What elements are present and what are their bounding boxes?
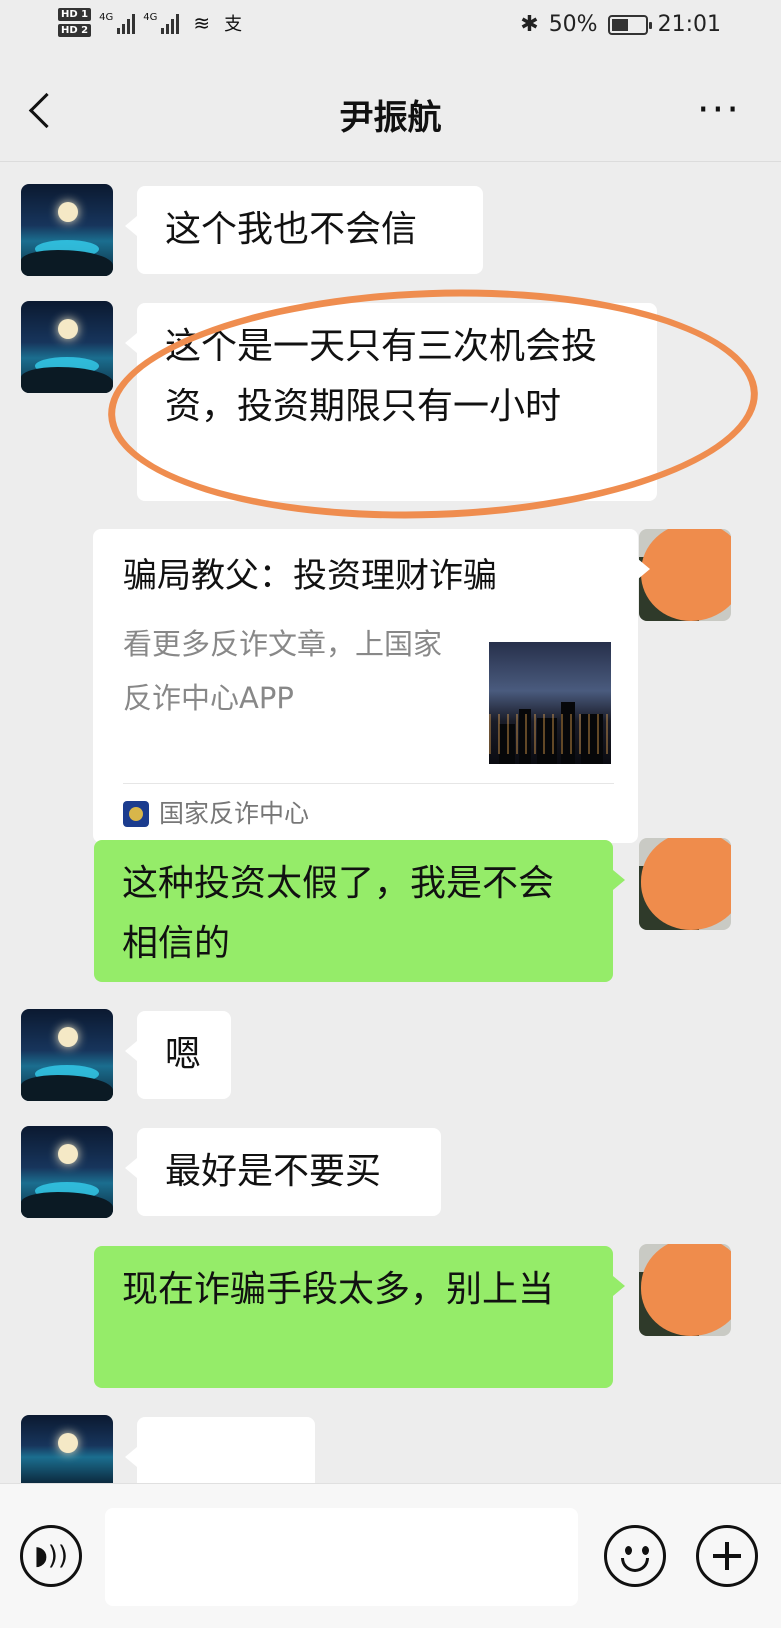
chat-header: 尹振航 ··· (0, 62, 781, 162)
battery-text: 50% (548, 12, 598, 37)
card-divider (123, 783, 614, 784)
voice-button[interactable]: ◗)) (20, 1525, 82, 1587)
network-type: 4G (99, 11, 114, 23)
bluetooth-icon: ✱ (520, 12, 539, 37)
article-source: 国家反诈中心 (159, 799, 310, 828)
contact-avatar[interactable] (21, 1415, 113, 1483)
clock: 21:01 (657, 12, 721, 37)
article-description: 看更多反诈文章，上国家反诈中心APP (123, 627, 443, 715)
message-input[interactable] (105, 1508, 578, 1606)
hd-badge-1: HD 1 (58, 8, 92, 21)
more-horizontal-icon: ··· (696, 87, 741, 133)
message-bubble-incoming[interactable]: 嗯 (125, 1011, 231, 1099)
battery-icon (607, 14, 652, 35)
network-type-2: 4G (143, 11, 158, 23)
message-bubble-incoming[interactable]: 这个是一天只有三次机会投资，投资期限只有一小时 (125, 303, 657, 501)
shared-article-card[interactable]: 骗局教父：投资理财诈骗 看更多反诈文章，上国家反诈中心APP 国家反诈中心 (93, 529, 650, 843)
article-thumbnail (489, 642, 611, 764)
article-title: 骗局教父：投资理财诈骗 (123, 556, 497, 596)
emoji-button[interactable] (604, 1525, 666, 1587)
message-bubble-outgoing[interactable]: 现在诈骗手段太多，别上当 (94, 1246, 625, 1388)
status-right: ✱ 50% 21:01 (520, 12, 721, 37)
self-avatar[interactable] (639, 529, 731, 621)
message-bubble-outgoing[interactable]: 这种投资太假了，我是不会相信的 (94, 840, 625, 982)
self-avatar[interactable] (639, 1244, 731, 1336)
more-button[interactable]: ··· (697, 90, 741, 130)
signal-icon: 4G (99, 11, 136, 34)
wifi-icon: ≋ (193, 10, 211, 35)
contact-avatar[interactable] (21, 184, 113, 276)
self-avatar[interactable] (639, 838, 731, 930)
contact-avatar[interactable] (21, 1126, 113, 1218)
contact-avatar[interactable] (21, 1009, 113, 1101)
message-bubble-incoming[interactable]: 最好是不要买 (125, 1128, 441, 1216)
voice-icon: ◗)) (34, 1541, 68, 1571)
alipay-icon: 支 (224, 13, 243, 35)
hd-badge-2: HD 2 (58, 24, 92, 37)
emoji-icon (625, 1546, 632, 1555)
input-bar: ◗)) (0, 1483, 781, 1628)
anti-fraud-center-icon (123, 801, 149, 827)
message-bubble-incoming[interactable]: 这个我也不会信 (125, 186, 483, 274)
signal-icon-2: 4G (143, 11, 180, 34)
message-bubble-incoming-partial[interactable] (125, 1417, 315, 1483)
contact-avatar[interactable] (21, 301, 113, 393)
chat-title: 尹振航 (339, 98, 442, 138)
status-left: HD 1 HD 2 4G 4G ≋ 支 (58, 8, 242, 37)
plus-button[interactable] (696, 1525, 758, 1587)
status-bar: HD 1 HD 2 4G 4G ≋ 支 ✱ 50% 21:01 (0, 0, 781, 62)
